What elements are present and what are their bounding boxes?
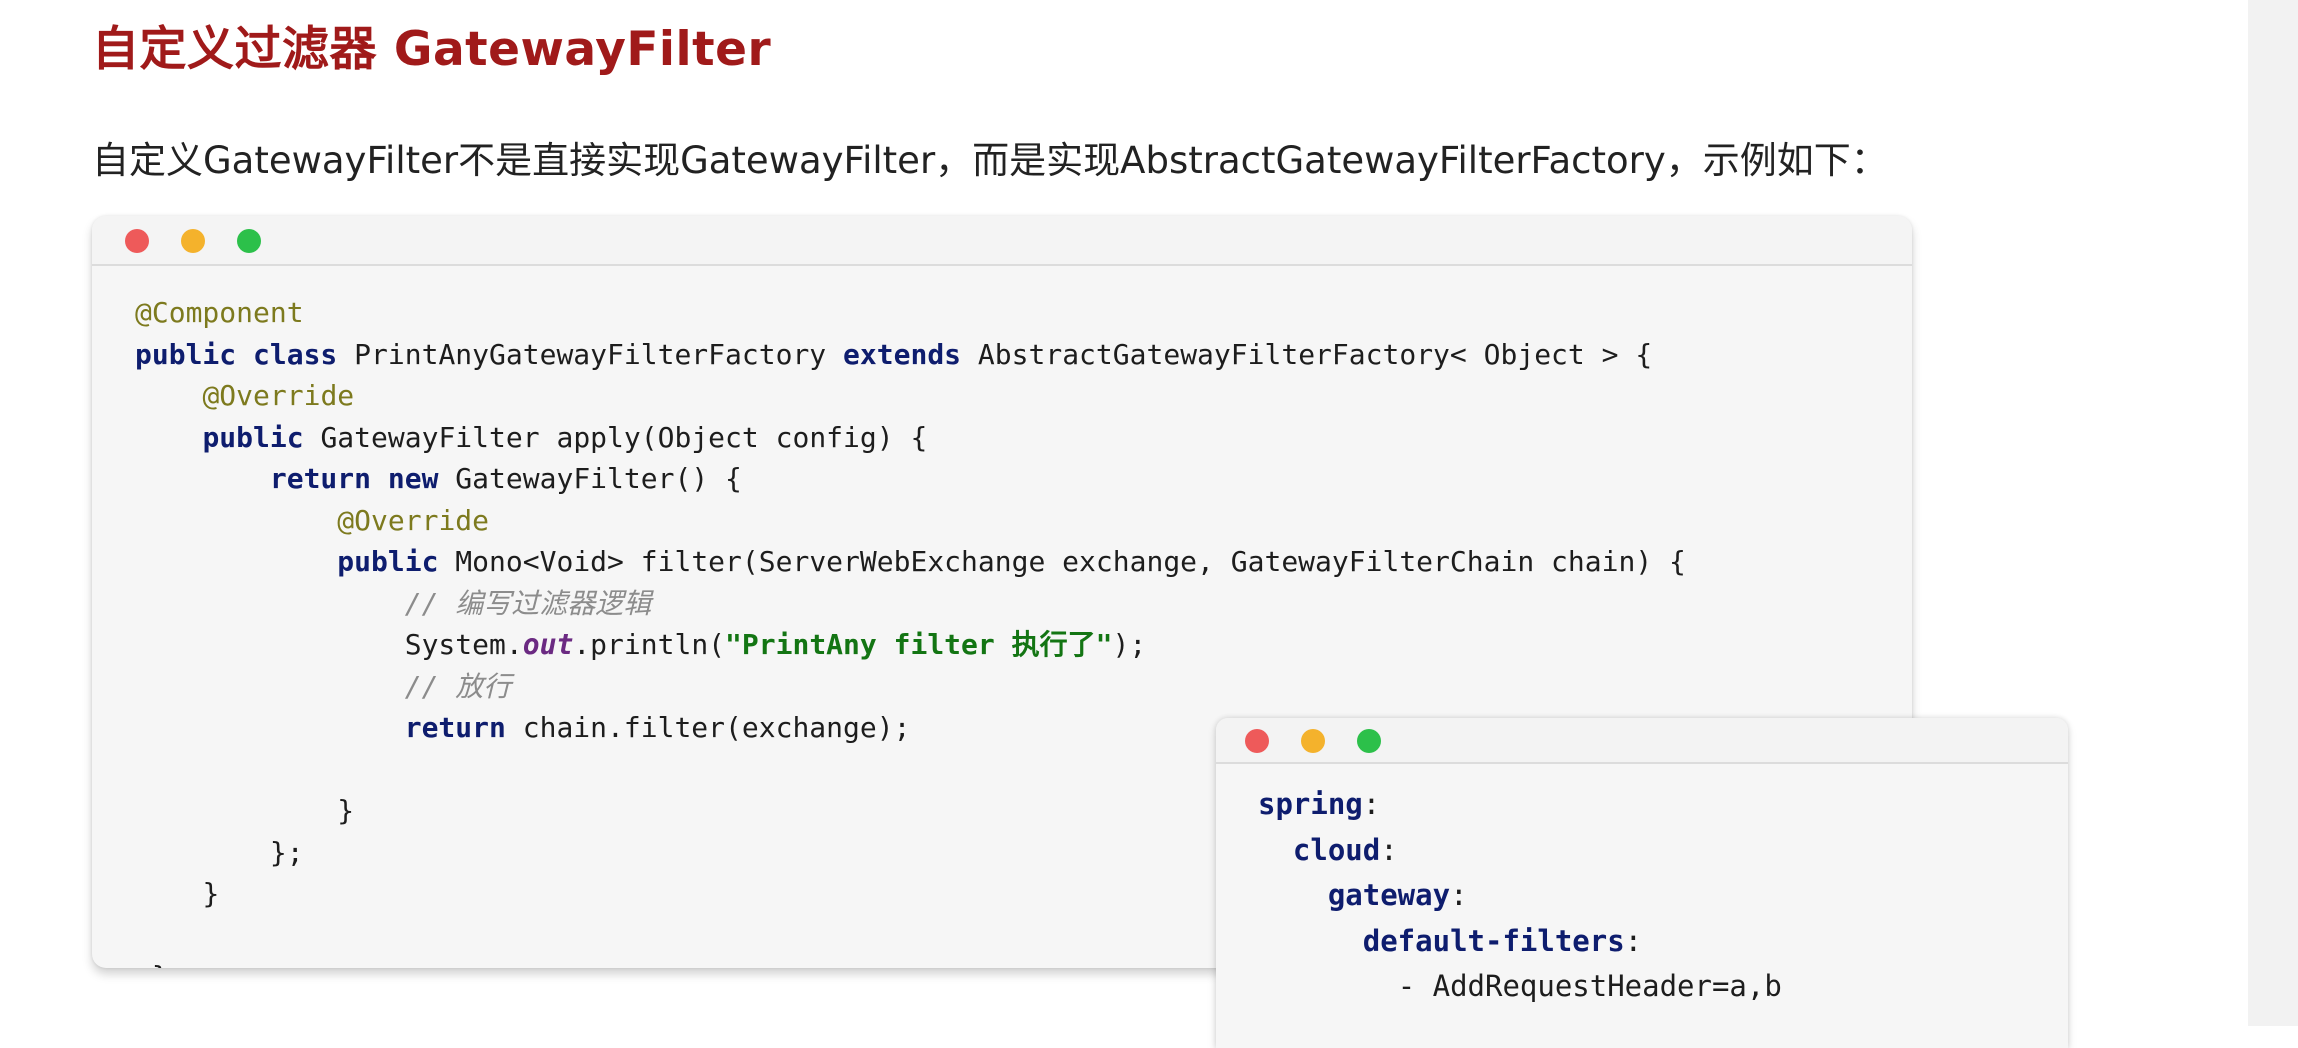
yaml-key: cloud — [1292, 832, 1381, 867]
maximize-dot-icon — [237, 229, 261, 253]
code-keyword: public — [202, 420, 304, 454]
code-keyword: new — [387, 462, 439, 495]
code-text: Mono<Void> filter(ServerWebExchange exch… — [438, 545, 1686, 578]
code-text: } — [152, 960, 169, 968]
intro-text: 自定义GatewayFilter不是直接实现GatewayFilter，而是实现… — [92, 139, 1888, 182]
code-text: GatewayFilter apply(Object config) { — [303, 420, 928, 454]
yaml-key: default-filters — [1362, 923, 1625, 958]
yaml-key: gateway — [1327, 878, 1451, 912]
code-keyword: return — [404, 711, 506, 744]
maximize-dot-icon — [1357, 729, 1381, 753]
code-string: "PrintAny filter 执行了" — [725, 628, 1113, 661]
code-keyword: extends — [843, 337, 962, 371]
yaml-code-block: spring: cloud: gateway: default-filters:… — [1258, 787, 1782, 1003]
yaml-config-window: spring: cloud: gateway: default-filters:… — [1216, 718, 2068, 1048]
code-keyword: public class — [135, 337, 338, 371]
code-annotation: @Override — [337, 503, 490, 537]
code-text: }; — [269, 835, 304, 869]
minimize-dot-icon — [181, 229, 205, 253]
code-text: AbstractGatewayFilterFactory< Object > { — [961, 337, 1653, 371]
yaml-list-item: - AddRequestHeader=a,b — [1397, 969, 1782, 1003]
yaml-key: spring — [1258, 787, 1363, 821]
minimize-dot-icon — [1301, 729, 1325, 753]
code-text: GatewayFilter() { — [438, 462, 742, 495]
code-text: } — [337, 794, 355, 827]
code-keyword: public — [337, 545, 439, 578]
close-dot-icon — [1245, 729, 1269, 753]
code-text: ); — [1112, 628, 1147, 661]
right-edge-strip — [2248, 0, 2298, 1026]
code-annotation: @Override — [202, 379, 355, 412]
code-comment: // 编写过滤器逻辑 — [404, 586, 652, 620]
code-text: } — [202, 877, 220, 910]
yaml-window-titlebar — [1216, 718, 2068, 764]
code-annotation: @Component — [135, 296, 304, 329]
code-text: chain.filter(exchange); — [505, 711, 911, 744]
code-keyword: return — [269, 462, 372, 495]
code-text: .println( — [573, 628, 726, 661]
java-window-titlebar — [92, 216, 1912, 266]
code-comment: // 放行 — [404, 669, 512, 703]
code-text: System. — [404, 628, 523, 661]
close-dot-icon — [125, 229, 149, 253]
page-title: 自定义过滤器 GatewayFilter — [92, 22, 772, 77]
code-text: PrintAnyGatewayFilterFactory — [337, 337, 844, 371]
code-static-field: out — [522, 628, 574, 661]
